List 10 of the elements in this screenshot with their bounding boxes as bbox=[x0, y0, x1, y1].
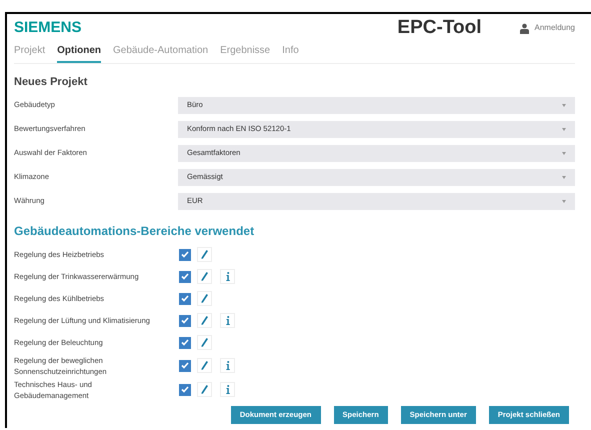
tab[interactable]: Optionen bbox=[57, 43, 102, 63]
section-title: Gebäudeautomations-Bereiche verwendet bbox=[14, 222, 256, 240]
tab[interactable]: Ergebnisse bbox=[220, 43, 270, 63]
tab[interactable]: Gebäude-Automation bbox=[113, 43, 208, 63]
section-title: Neues Projekt bbox=[14, 75, 88, 90]
siemens-logo: SIEMENS bbox=[14, 18, 82, 38]
tab[interactable]: Projekt bbox=[14, 43, 46, 63]
app-title: EPC-Tool bbox=[397, 16, 482, 40]
tab[interactable]: Info bbox=[282, 43, 299, 63]
login-button[interactable]: Anmeldung bbox=[520, 22, 575, 34]
